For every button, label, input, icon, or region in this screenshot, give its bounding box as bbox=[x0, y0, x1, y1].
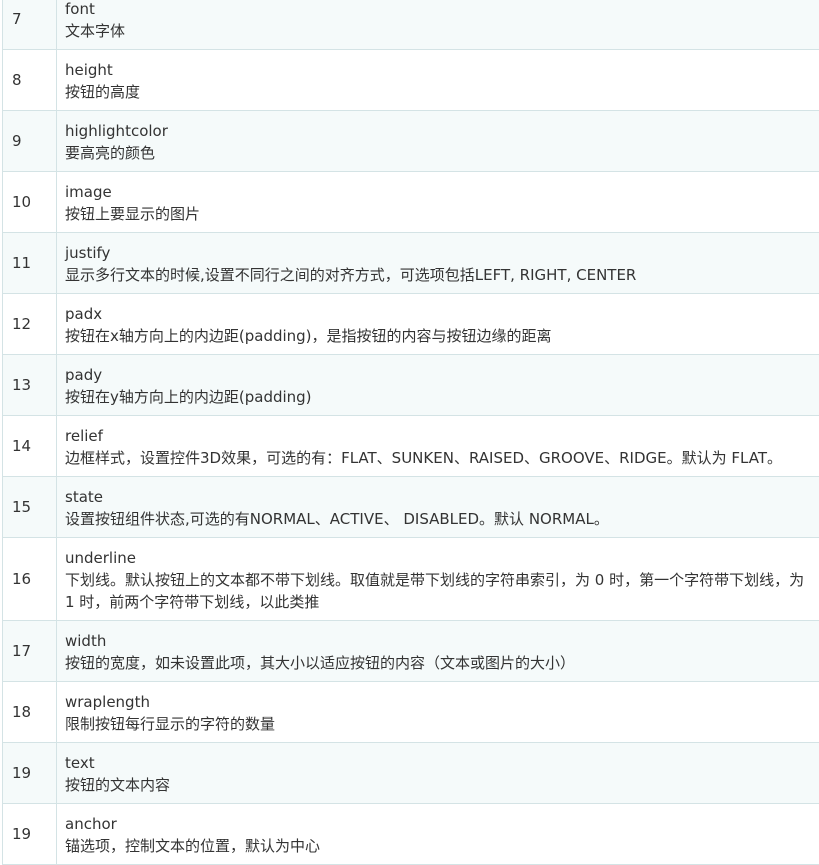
row-content: height 按钮的高度 bbox=[57, 50, 819, 111]
row-content: pady 按钮在y轴方向上的内边距(padding) bbox=[57, 355, 819, 416]
row-content: highlightcolor 要高亮的颜色 bbox=[57, 111, 819, 172]
row-number: 13 bbox=[3, 355, 57, 416]
row-content: padx 按钮在x轴方向上的内边距(padding)，是指按钮的内容与按钮边缘的… bbox=[57, 294, 819, 355]
param-description: 文本字体 bbox=[65, 20, 815, 42]
param-description: 下划线。默认按钮上的文本都不带下划线。取值就是带下划线的字符串索引，为 0 时，… bbox=[65, 569, 815, 613]
table-row: 14 relief 边框样式，设置控件3D效果，可选的有：FLAT、SUNKEN… bbox=[3, 416, 819, 477]
row-number: 11 bbox=[3, 233, 57, 294]
param-description: 要高亮的颜色 bbox=[65, 142, 815, 164]
row-content: underline 下划线。默认按钮上的文本都不带下划线。取值就是带下划线的字符… bbox=[57, 538, 819, 621]
param-name: image bbox=[65, 181, 819, 203]
param-description: 边框样式，设置控件3D效果，可选的有：FLAT、SUNKEN、RAISED、GR… bbox=[65, 447, 815, 469]
param-description: 按钮的高度 bbox=[65, 81, 815, 103]
row-content: relief 边框样式，设置控件3D效果，可选的有：FLAT、SUNKEN、RA… bbox=[57, 416, 819, 477]
row-number: 14 bbox=[3, 416, 57, 477]
row-content: image 按钮上要显示的图片 bbox=[57, 172, 819, 233]
param-name: font bbox=[65, 0, 819, 20]
row-number: 8 bbox=[3, 50, 57, 111]
param-description: 按钮的文本内容 bbox=[65, 774, 815, 796]
row-content: font 文本字体 bbox=[57, 0, 819, 50]
param-description: 按钮在y轴方向上的内边距(padding) bbox=[65, 386, 815, 408]
row-number: 18 bbox=[3, 682, 57, 743]
row-number: 19 bbox=[3, 804, 57, 865]
row-number: 9 bbox=[3, 111, 57, 172]
param-name: padx bbox=[65, 303, 819, 325]
param-name: state bbox=[65, 486, 819, 508]
row-number: 10 bbox=[3, 172, 57, 233]
param-description: 显示多行文本的时候,设置不同行之间的对齐方式，可选项包括LEFT, RIGHT,… bbox=[65, 264, 815, 286]
param-description: 设置按钮组件状态,可选的有NORMAL、ACTIVE、 DISABLED。默认 … bbox=[65, 508, 815, 530]
param-name: pady bbox=[65, 364, 819, 386]
table-row: 11 justify 显示多行文本的时候,设置不同行之间的对齐方式，可选项包括L… bbox=[3, 233, 819, 294]
table-row: 7 font 文本字体 bbox=[3, 0, 819, 50]
param-name: height bbox=[65, 59, 819, 81]
table-row: 12 padx 按钮在x轴方向上的内边距(padding)，是指按钮的内容与按钮… bbox=[3, 294, 819, 355]
row-content: text 按钮的文本内容 bbox=[57, 743, 819, 804]
row-number: 7 bbox=[3, 0, 57, 50]
param-name: underline bbox=[65, 547, 819, 569]
row-content: wraplength 限制按钮每行显示的字符的数量 bbox=[57, 682, 819, 743]
param-description: 按钮上要显示的图片 bbox=[65, 203, 815, 225]
table-row: 13 pady 按钮在y轴方向上的内边距(padding) bbox=[3, 355, 819, 416]
row-number: 12 bbox=[3, 294, 57, 355]
row-content: anchor 锚选项，控制文本的位置，默认为中心 bbox=[57, 804, 819, 865]
param-description: 限制按钮每行显示的字符的数量 bbox=[65, 713, 815, 735]
table-row: 18 wraplength 限制按钮每行显示的字符的数量 bbox=[3, 682, 819, 743]
row-content: justify 显示多行文本的时候,设置不同行之间的对齐方式，可选项包括LEFT… bbox=[57, 233, 819, 294]
table-row: 10 image 按钮上要显示的图片 bbox=[3, 172, 819, 233]
table-row: 9 highlightcolor 要高亮的颜色 bbox=[3, 111, 819, 172]
table-row: 19 anchor 锚选项，控制文本的位置，默认为中心 bbox=[3, 804, 819, 865]
param-name: width bbox=[65, 630, 819, 652]
param-name: wraplength bbox=[65, 691, 819, 713]
param-name: justify bbox=[65, 242, 819, 264]
param-name: relief bbox=[65, 425, 819, 447]
table-row: 15 state 设置按钮组件状态,可选的有NORMAL、ACTIVE、 DIS… bbox=[3, 477, 819, 538]
row-content: width 按钮的宽度，如未设置此项，其大小以适应按钮的内容（文本或图片的大小） bbox=[57, 621, 819, 682]
table-row: 8 height 按钮的高度 bbox=[3, 50, 819, 111]
param-description: 按钮的宽度，如未设置此项，其大小以适应按钮的内容（文本或图片的大小） bbox=[65, 652, 815, 674]
param-name: anchor bbox=[65, 813, 819, 835]
row-number: 15 bbox=[3, 477, 57, 538]
table-row: 17 width 按钮的宽度，如未设置此项，其大小以适应按钮的内容（文本或图片的… bbox=[3, 621, 819, 682]
row-number: 17 bbox=[3, 621, 57, 682]
row-number: 16 bbox=[3, 538, 57, 621]
row-number: 19 bbox=[3, 743, 57, 804]
table-row: 19 text 按钮的文本内容 bbox=[3, 743, 819, 804]
param-name: highlightcolor bbox=[65, 120, 819, 142]
param-name: text bbox=[65, 752, 819, 774]
param-description: 按钮在x轴方向上的内边距(padding)，是指按钮的内容与按钮边缘的距离 bbox=[65, 325, 815, 347]
table-row: 16 underline 下划线。默认按钮上的文本都不带下划线。取值就是带下划线… bbox=[3, 538, 819, 621]
param-description: 锚选项，控制文本的位置，默认为中心 bbox=[65, 835, 815, 857]
row-content: state 设置按钮组件状态,可选的有NORMAL、ACTIVE、 DISABL… bbox=[57, 477, 819, 538]
parameter-table: 7 font 文本字体 8 height 按钮的高度 9 highlightco… bbox=[2, 0, 819, 865]
